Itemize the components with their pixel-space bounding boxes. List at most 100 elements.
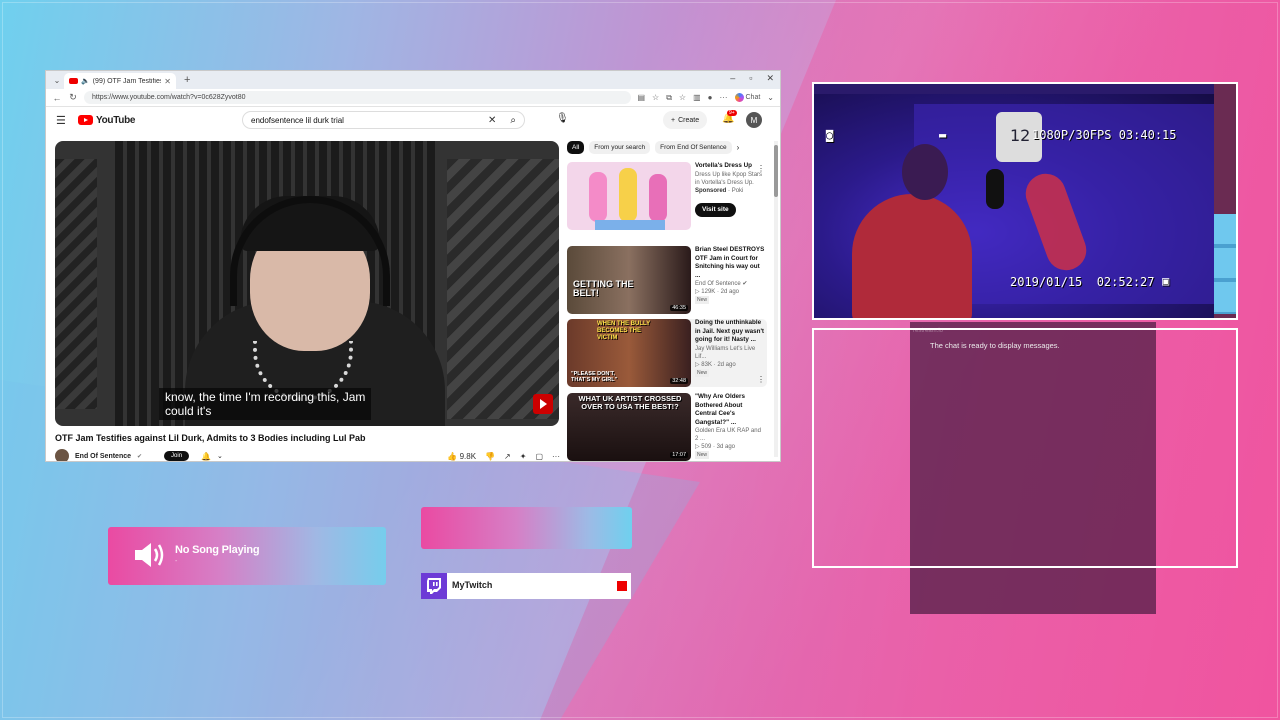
video-thumbnail[interactable]: GETTING THE BELT! 46:35 bbox=[567, 246, 691, 314]
like-button[interactable]: 👍 9.8K bbox=[447, 452, 476, 461]
list-item[interactable]: Vortella's Dress Up Dress Up like Kpop S… bbox=[567, 162, 767, 230]
channel-watermark-icon[interactable] bbox=[533, 394, 553, 414]
ask-icon[interactable]: ✦ bbox=[520, 452, 527, 461]
account-avatar[interactable]: M bbox=[746, 112, 762, 128]
browser-window: ⌄ 🔈 (99) OTF Jam Testifies against ✕ + –… bbox=[45, 70, 781, 462]
reader-icon[interactable]: ▤ bbox=[637, 93, 645, 102]
visit-site-button[interactable]: Visit site bbox=[695, 202, 736, 217]
plus-icon: + bbox=[671, 116, 676, 124]
browser-tab[interactable]: 🔈 (99) OTF Jam Testifies against ✕ bbox=[64, 73, 176, 89]
speaker-icon: 🔈 bbox=[81, 78, 90, 85]
ad-thumbnail[interactable] bbox=[567, 162, 691, 230]
rec-info: "Why Are Olders Bothered About Central C… bbox=[695, 393, 765, 459]
chevron-right-icon[interactable]: › bbox=[737, 143, 740, 152]
tab-list-icon[interactable]: ⌄ bbox=[50, 76, 64, 85]
acoustic-panel-left bbox=[55, 159, 97, 409]
create-label: Create bbox=[678, 116, 700, 124]
chat-frame bbox=[812, 328, 1238, 568]
tab-title: (99) OTF Jam Testifies against bbox=[92, 77, 162, 85]
rec-channel[interactable]: Golden Era UK RAP and 2 ... bbox=[695, 427, 765, 443]
clear-search-icon[interactable]: ✕ bbox=[488, 115, 496, 126]
more-icon[interactable]: ··· bbox=[720, 93, 728, 102]
subscribe-bell-icon[interactable]: 🔔 bbox=[201, 452, 211, 461]
chat-message: The chat is ready to display messages. bbox=[930, 341, 1060, 350]
rec-channel[interactable]: Jay Williams Let's Live Lif... bbox=[695, 345, 765, 361]
save-icon[interactable]: ▢ bbox=[535, 452, 543, 461]
copilot-label: Chat bbox=[745, 94, 761, 101]
collections-icon[interactable]: ▥ bbox=[693, 93, 701, 102]
microphone-icon[interactable]: 🎙 bbox=[556, 113, 569, 124]
rec-title[interactable]: "Why Are Olders Bothered About Central C… bbox=[695, 393, 765, 427]
join-button[interactable]: Join bbox=[164, 451, 190, 461]
twitch-bar: MyTwitch bbox=[421, 573, 631, 599]
rec-title[interactable]: Brian Steel DESTROYS OTF Jam in Court fo… bbox=[695, 246, 765, 280]
caption-line-2: could it's bbox=[165, 404, 212, 418]
recommendation-filter-chips: All From your search From End Of Sentenc… bbox=[567, 141, 739, 154]
channel-avatar[interactable] bbox=[55, 449, 69, 461]
new-tab-button[interactable]: + bbox=[184, 74, 190, 86]
scrollbar-thumb[interactable] bbox=[774, 145, 778, 197]
dislike-icon[interactable]: 👎 bbox=[485, 452, 495, 461]
rec-views: 83K bbox=[701, 361, 712, 368]
twitch-icon bbox=[421, 573, 447, 599]
rec-age: 2d ago bbox=[717, 361, 736, 368]
new-badge: New bbox=[695, 296, 710, 304]
channel-row: End Of Sentence ✔ Join 🔔 ⌄ 👍 9.8K 👎 ↗ ✦ … bbox=[55, 449, 560, 461]
rec-channel[interactable]: End Of Sentence bbox=[695, 281, 741, 287]
speaker-icon bbox=[135, 543, 164, 567]
maximize-icon[interactable]: ▫ bbox=[749, 73, 752, 84]
copilot-button[interactable]: Chat bbox=[734, 93, 761, 102]
share-icon[interactable]: ↗ bbox=[504, 452, 511, 461]
now-playing-artist: - bbox=[175, 558, 178, 565]
chip-all[interactable]: All bbox=[567, 141, 585, 154]
create-button[interactable]: + Create bbox=[663, 111, 708, 129]
back-icon[interactable]: ← bbox=[52, 93, 62, 103]
extensions-icon[interactable]: ⧉ bbox=[666, 93, 672, 103]
profile-icon[interactable]: ● bbox=[708, 93, 713, 102]
now-playing-title: No Song Playing bbox=[175, 544, 260, 556]
streamer-head bbox=[902, 144, 948, 200]
rec-title[interactable]: Vortella's Dress Up bbox=[695, 162, 765, 171]
search-input[interactable]: endofsentence lil durk trial ✕ ⌕ bbox=[242, 111, 525, 129]
video-caption: know, the time I'm recording this, Jam c… bbox=[159, 388, 372, 420]
chip-from-channel[interactable]: From End Of Sentence bbox=[655, 141, 732, 154]
close-tab-icon[interactable]: ✕ bbox=[164, 77, 171, 86]
rec-age: 3d ago bbox=[716, 444, 735, 450]
video-thumbnail[interactable]: WHAT UK ARTIST CROSSED OVER TO USA THE B… bbox=[567, 393, 691, 461]
search-query-text: endofsentence lil durk trial bbox=[251, 115, 344, 125]
channel-name[interactable]: End Of Sentence bbox=[75, 453, 131, 460]
battery-icon: ▬ bbox=[939, 128, 947, 142]
list-item[interactable]: WHEN THE BULLY BECOMES THE VICTIM "PLEAS… bbox=[567, 319, 767, 387]
more-options-icon[interactable]: ⋮ bbox=[757, 164, 765, 173]
thumbnail-text: GETTING THE BELT! bbox=[573, 279, 634, 298]
chevron-down-icon[interactable]: ⌄ bbox=[767, 93, 774, 102]
refresh-icon[interactable]: ↻ bbox=[68, 92, 78, 103]
more-actions-icon[interactable]: ··· bbox=[552, 452, 560, 461]
youtube-logo[interactable]: YouTube bbox=[78, 114, 136, 126]
video-player[interactable]: know, the time I'm recording this, Jam c… bbox=[55, 141, 559, 426]
search-icon[interactable]: ⌕ bbox=[510, 115, 516, 126]
url-field[interactable]: https://www.youtube.com/watch?v=0c628Zyv… bbox=[84, 91, 632, 104]
window-controls: – ▫ ✕ bbox=[730, 73, 774, 84]
video-actions: 👍 9.8K 👎 ↗ ✦ ▢ ··· bbox=[447, 452, 560, 461]
webcam-frame: ◙ ▬ 1080P/30FPS 03:40:15 2019/01/15 02:5… bbox=[812, 82, 1238, 320]
acoustic-panel-right bbox=[447, 159, 559, 419]
favorite-star-icon[interactable]: ☆ bbox=[652, 93, 659, 102]
list-item[interactable]: GETTING THE BELT! 46:35 Brian Steel DEST… bbox=[567, 246, 767, 314]
rec-title[interactable]: Doing the unthinkable in Jail. Next guy … bbox=[695, 319, 765, 345]
list-item[interactable]: WHAT UK ARTIST CROSSED OVER TO USA THE B… bbox=[567, 393, 767, 461]
chevron-down-icon[interactable]: ⌄ bbox=[217, 452, 223, 460]
youtube-logo-text: YouTube bbox=[96, 114, 136, 126]
thumbnail-text-top: WHEN THE BULLY BECOMES THE VICTIM bbox=[597, 321, 651, 341]
close-window-icon[interactable]: ✕ bbox=[766, 73, 774, 84]
more-options-icon[interactable]: ⋮ bbox=[757, 375, 765, 384]
hamburger-menu-icon[interactable]: ☰ bbox=[56, 114, 72, 127]
chip-from-your-search[interactable]: From your search bbox=[589, 141, 651, 154]
favorites-icon[interactable]: ☆ bbox=[679, 93, 686, 102]
video-thumbnail[interactable]: WHEN THE BULLY BECOMES THE VICTIM "PLEAS… bbox=[567, 319, 691, 387]
twitch-channel-name: MyTwitch bbox=[452, 580, 493, 590]
youtube-play-icon bbox=[78, 115, 93, 125]
minimize-icon[interactable]: – bbox=[730, 73, 735, 84]
sponsored-label: Sponsored bbox=[695, 187, 727, 194]
address-bar-icons: ▤ ☆ ⧉ ☆ ▥ ● ··· Chat ⌄ bbox=[637, 93, 774, 103]
